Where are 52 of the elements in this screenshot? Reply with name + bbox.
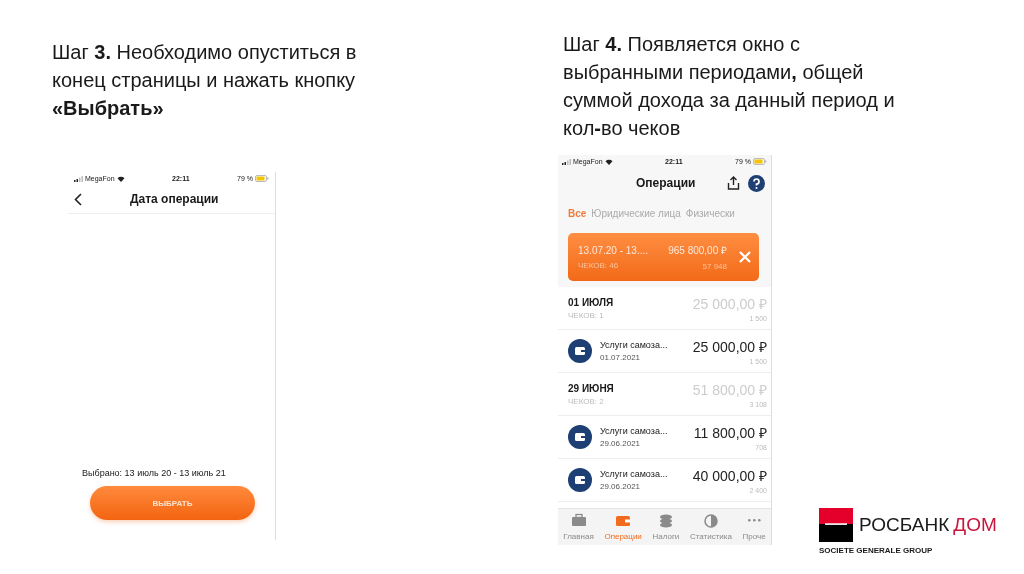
day-heading: 01 ИЮЛЯ	[568, 296, 615, 308]
more-icon	[747, 519, 761, 522]
share-button[interactable]	[727, 176, 740, 190]
signal-icon	[562, 158, 571, 165]
checks-count: ЧЕКОВ: 46	[578, 260, 620, 270]
amount-text: 40 000,00 ₽	[692, 467, 767, 485]
wifi-icon	[604, 158, 613, 165]
briefcase-icon	[570, 513, 587, 529]
operation-title: Услуги самоза...	[600, 426, 669, 436]
operation-title: Услуги самоза...	[600, 340, 669, 350]
close-button[interactable]	[739, 251, 751, 263]
wallet-icon	[615, 513, 632, 529]
battery-icon	[753, 158, 767, 165]
nav-tab[interactable]: Главная	[558, 509, 600, 545]
filter-tab[interactable]: Физически	[685, 208, 735, 219]
filter-tab[interactable]: Юридические лица	[591, 208, 681, 219]
amount-text: 11 800,00 ₽	[693, 424, 767, 442]
checks-count: ЧЕКОВ: 1	[568, 310, 605, 320]
wifi-icon	[116, 175, 125, 182]
nav-tab[interactable]: Операции	[599, 509, 648, 545]
selected-range-text: Выбрано: 13 июль 20 - 13 июль 21	[81, 468, 227, 480]
wallet-icon	[568, 339, 592, 363]
total-amount: 965 800,00 ₽	[668, 244, 727, 257]
signal-icon	[74, 175, 83, 182]
amount-text: 25 000,00 ₽	[692, 338, 767, 356]
back-icon[interactable]	[74, 192, 82, 206]
help-button[interactable]	[748, 174, 765, 192]
battery-icon	[255, 175, 269, 182]
brand-suffix: ДОМ	[953, 514, 997, 536]
nav-tab[interactable]: Налоги	[647, 509, 685, 545]
period-text: 13.07.20 - 13....	[578, 244, 650, 256]
operation-date: 29.06.2021	[600, 439, 642, 448]
filter-tab[interactable]: Все	[568, 208, 587, 219]
tax-amount: 57 948	[701, 262, 727, 271]
operation-date: 01.07.2021	[600, 353, 642, 362]
screen-title: Дата операции	[130, 192, 219, 206]
wallet-icon	[568, 425, 592, 449]
step-text: Шаг 4. Появляется окно с выбранными периодами, общей суммой дохода за данный период и кол-во чеков	[563, 32, 896, 141]
step-text: Шаг 3. Необходимо опуститься в конец страницы и нажать кнопку «Выбрать»	[52, 40, 358, 121]
operation-date: 29.06.2021	[600, 482, 642, 491]
screen-title: Операции	[636, 176, 697, 190]
wallet-icon	[568, 468, 592, 492]
nav-tab[interactable]: Статистика	[684, 509, 738, 545]
operation-title: Услуги самоза...	[600, 469, 669, 479]
pie-icon	[702, 513, 719, 529]
brand-tagline: SOCIETE GENERALE GROUP	[819, 546, 934, 555]
day-heading: 29 ИЮНЯ	[568, 382, 615, 394]
choose-button[interactable]: ВЫБРАТЬ	[90, 486, 255, 520]
checks-count: ЧЕКОВ: 2	[568, 396, 605, 406]
brand-name: РОСБАНК	[859, 514, 950, 536]
nav-tab[interactable]: Проче	[737, 509, 771, 545]
coins-icon	[657, 513, 674, 529]
